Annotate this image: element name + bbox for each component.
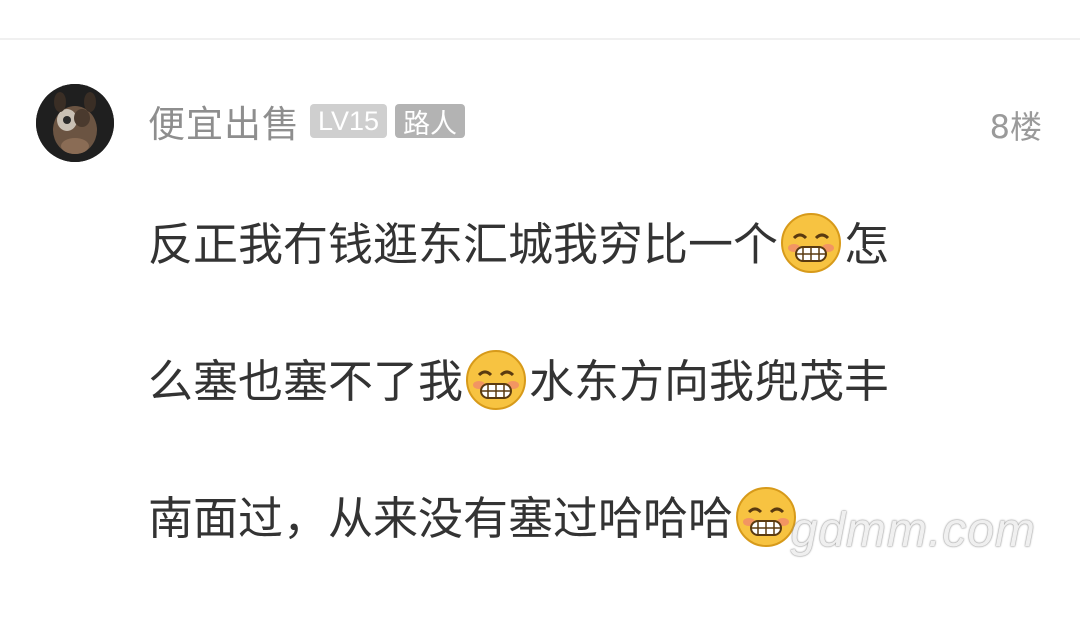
content-text: 么塞也塞不了我	[148, 355, 464, 408]
user-avatar[interactable]	[36, 84, 114, 162]
grinning-emoji-icon	[735, 486, 797, 548]
content-text: 怎	[844, 218, 890, 271]
content-text: 反正我冇钱逛东汇城我穷比一个	[148, 218, 779, 271]
grinning-emoji-icon	[780, 212, 842, 274]
content-text: 南面过，从来没有塞过哈哈哈	[148, 492, 734, 545]
top-divider	[0, 38, 1080, 40]
role-badge: 路人	[395, 104, 466, 140]
content-line: 么塞也塞不了我 水东方向我兜茂丰	[148, 343, 1008, 480]
post-header: 便宜出售 LV15 路人	[148, 98, 466, 146]
floor-number: 8楼	[989, 108, 1042, 146]
level-badge: LV15	[310, 104, 388, 138]
site-watermark: gdmm.com	[790, 504, 1036, 557]
username[interactable]: 便宜出售	[148, 94, 300, 148]
content-line: 反正我冇钱逛东汇城我穷比一个 怎	[148, 206, 1008, 343]
grinning-emoji-icon	[465, 349, 527, 411]
content-text: 水东方向我兜茂丰	[529, 355, 890, 408]
avatar-image	[36, 84, 114, 162]
